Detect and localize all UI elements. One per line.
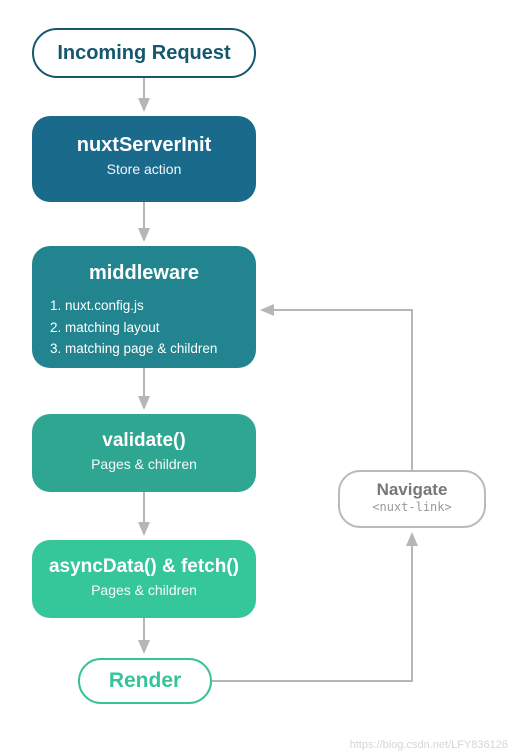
render-label: Render	[109, 669, 181, 693]
nsi-title: nuxtServerInit	[32, 134, 256, 157]
watermark: https://blog.csdn.net/LFY836126	[350, 739, 508, 751]
node-render: Render	[78, 658, 212, 704]
node-asyncdata-fetch: asyncData() & fetch() Pages & children	[32, 540, 256, 618]
validate-title: validate()	[32, 430, 256, 452]
mw-title: middleware	[50, 262, 238, 285]
node-nuxt-server-init: nuxtServerInit Store action	[32, 116, 256, 202]
async-subtitle: Pages & children	[32, 582, 256, 598]
mw-item: 1. nuxt.config.js	[50, 295, 238, 317]
flow-arrows	[0, 0, 514, 755]
node-navigate: Navigate <nuxt-link>	[338, 470, 486, 528]
validate-subtitle: Pages & children	[32, 456, 256, 472]
incoming-label: Incoming Request	[57, 42, 230, 65]
nsi-subtitle: Store action	[32, 161, 256, 177]
nav-title: Navigate	[340, 480, 484, 500]
async-title: asyncData() & fetch()	[32, 556, 256, 578]
nav-subtitle: <nuxt-link>	[340, 500, 484, 514]
mw-list: 1. nuxt.config.js 2. matching layout 3. …	[50, 295, 238, 360]
node-incoming-request: Incoming Request	[32, 28, 256, 78]
node-middleware: middleware 1. nuxt.config.js 2. matching…	[32, 246, 256, 368]
mw-item: 3. matching page & children	[50, 338, 238, 360]
node-validate: validate() Pages & children	[32, 414, 256, 492]
mw-item: 2. matching layout	[50, 317, 238, 339]
